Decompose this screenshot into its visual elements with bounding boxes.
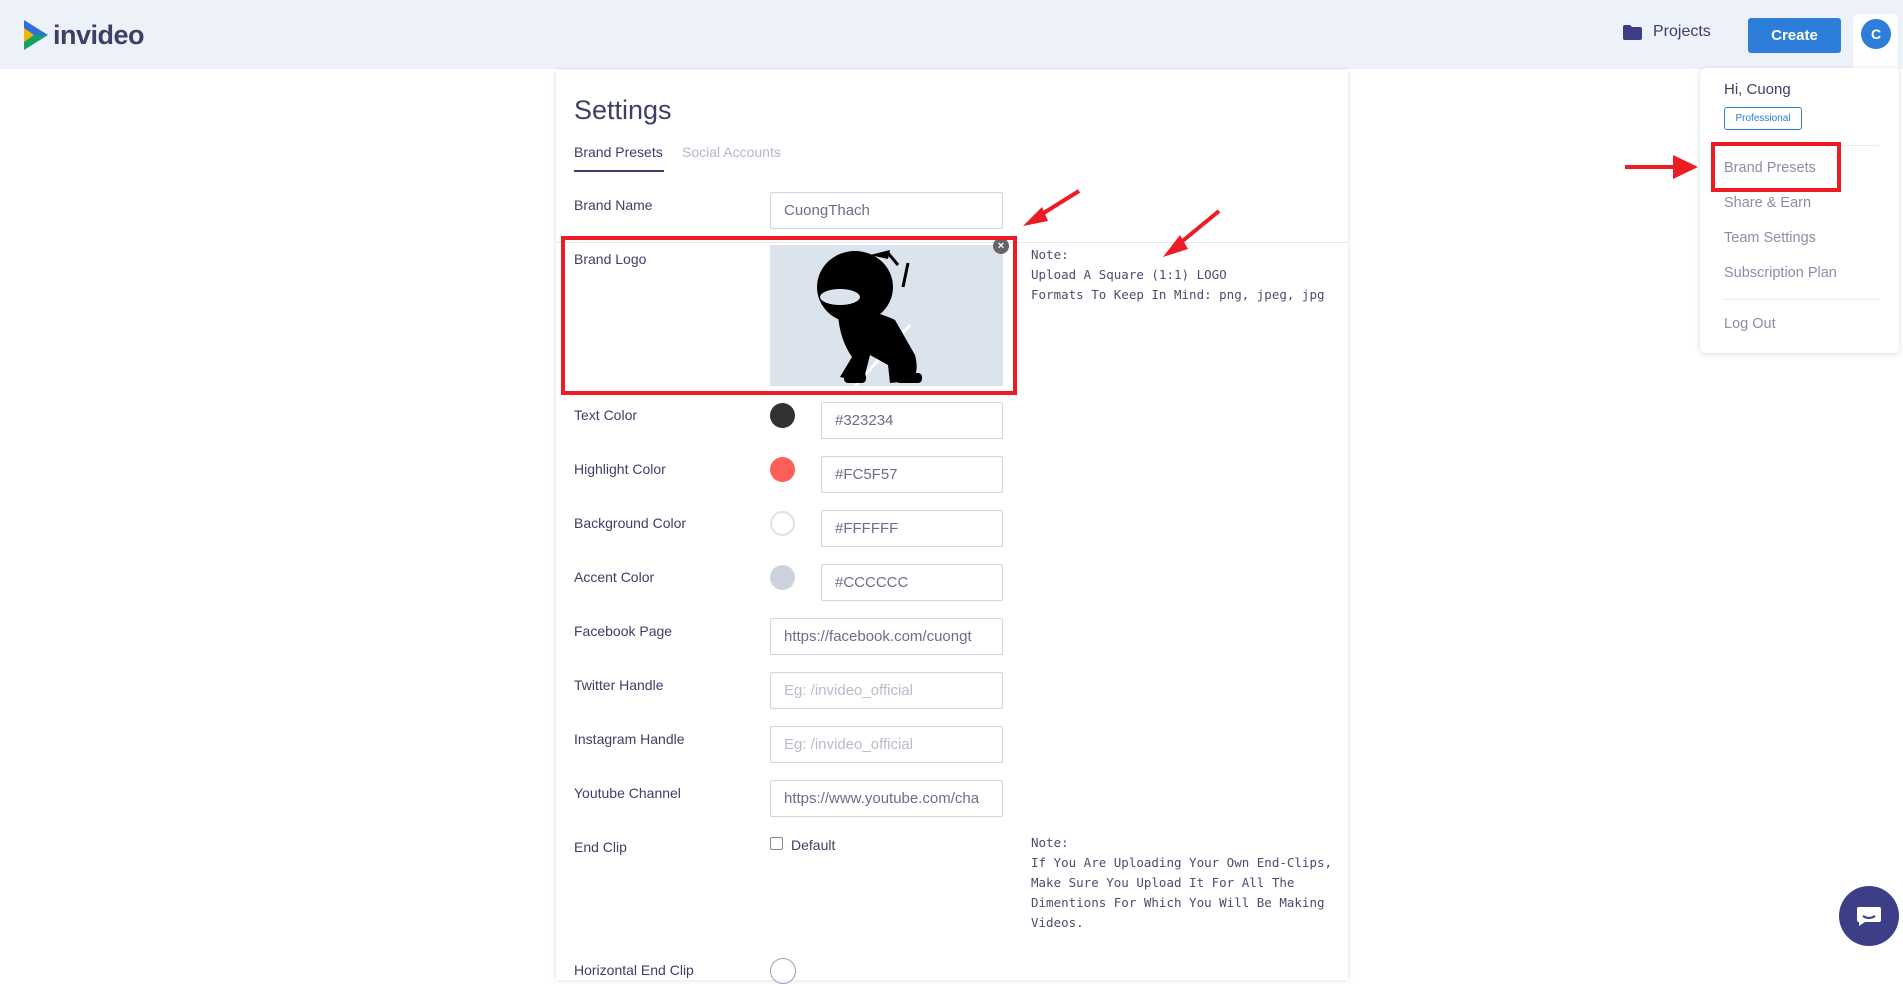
background-color-swatch[interactable] [770,511,795,536]
end-clip-note: Note: If You Are Uploading Your Own End-… [1031,833,1332,933]
active-tab-indicator [574,170,664,172]
annotation-arrow-icon [1625,155,1698,179]
folder-icon [1623,24,1642,40]
end-clip-default-label[interactable]: Default [791,837,835,853]
accent-color-swatch[interactable] [770,565,795,590]
user-dropdown-menu: Hi, Cuong Professional Brand Presets Sha… [1700,68,1899,353]
projects-label: Projects [1653,23,1711,40]
chat-icon [1857,907,1881,926]
invideo-logo[interactable]: invideo [20,18,145,52]
end-clip-note-title: Note: [1031,835,1069,850]
horizontal-end-clip-label: Horizontal End Clip [574,962,694,978]
highlight-color-label: Highlight Color [574,461,666,477]
menu-item-team-settings[interactable]: Team Settings [1724,230,1816,246]
annotation-box-brand-presets [1711,142,1841,192]
youtube-channel-label: Youtube Channel [574,785,681,801]
menu-item-share-earn[interactable]: Share & Earn [1724,195,1811,211]
facebook-page-input[interactable]: https://facebook.com/cuongt [770,618,1003,655]
plan-badge: Professional [1724,107,1802,130]
highlight-color-input[interactable]: #FC5F57 [821,456,1003,493]
invideo-logo-mark-icon [24,20,48,50]
brand-name-label: Brand Name [574,197,653,213]
create-button[interactable]: Create [1748,18,1841,53]
projects-link[interactable]: Projects [1623,23,1711,41]
brand-name-input[interactable]: CuongThach [770,192,1003,229]
text-color-input[interactable]: #323234 [821,402,1003,439]
annotation-box-brand-logo [561,236,1017,395]
twitter-handle-label: Twitter Handle [574,677,664,693]
background-color-label: Background Color [574,515,687,531]
end-clip-label: End Clip [574,839,627,855]
instagram-handle-label: Instagram Handle [574,731,685,747]
menu-item-log-out[interactable]: Log Out [1724,316,1776,332]
text-color-label: Text Color [574,407,638,423]
menu-item-subscription-plan[interactable]: Subscription Plan [1724,265,1837,281]
accent-color-input[interactable]: #CCCCCC [821,564,1003,601]
tab-brand-presets[interactable]: Brand Presets [574,144,663,160]
annotation-arrow-icon [1023,189,1081,226]
end-clip-note-line: If You Are Uploading Your Own End-Clips, [1031,855,1333,870]
settings-card: Settings Brand Presets Social Accounts B… [556,70,1348,984]
end-clip-note-line: Make Sure You Upload It For All The [1031,875,1295,890]
text-color-swatch[interactable] [770,403,795,428]
user-greeting: Hi, Cuong [1724,81,1791,98]
logo-note-line: Upload A Square (1:1) LOGO [1031,267,1227,282]
page-title: Settings [574,95,672,125]
menu-divider [1724,299,1879,300]
accent-color-label: Accent Color [574,569,655,585]
end-clip-note-line: Videos. [1031,915,1084,930]
tab-social-accounts[interactable]: Social Accounts [682,144,781,160]
background-color-input[interactable]: #FFFFFF [821,510,1003,547]
end-clip-default-checkbox[interactable] [770,837,783,850]
horizontal-end-clip-upload-icon[interactable] [770,958,796,984]
avatar-tab[interactable]: C [1853,14,1898,69]
end-clip-note-line: Dimentions For Which You Will Be Making [1031,895,1325,910]
logo-text: invideo [53,19,145,50]
instagram-handle-input[interactable]: Eg: /invideo_official [770,726,1003,763]
youtube-channel-input[interactable]: https://www.youtube.com/cha [770,780,1003,817]
top-bar: invideo Projects Create C [0,0,1903,69]
chat-support-button[interactable] [1839,886,1899,946]
twitter-handle-input[interactable]: Eg: /invideo_official [770,672,1003,709]
logo-note-line: Formats To Keep In Mind: png, jpeg, jpg [1031,287,1325,302]
avatar[interactable]: C [1861,19,1891,49]
annotation-arrow-icon [1163,209,1221,257]
highlight-color-swatch[interactable] [770,457,795,482]
facebook-page-label: Facebook Page [574,623,673,639]
